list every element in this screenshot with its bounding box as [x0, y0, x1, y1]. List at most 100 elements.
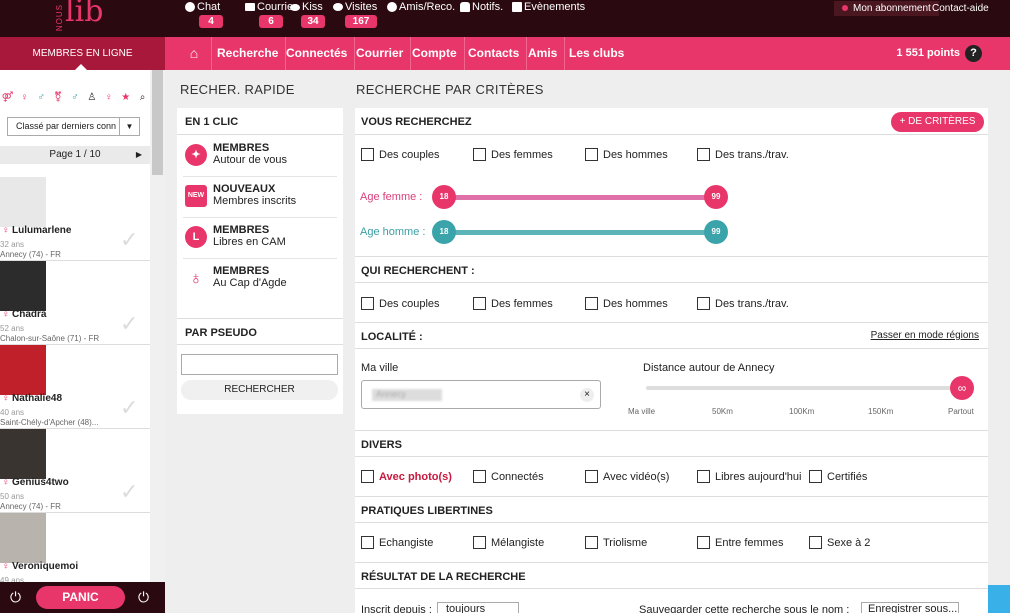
age-femme-slider[interactable] [445, 195, 715, 200]
qui-hommes-checkbox[interactable]: Des hommes [585, 297, 668, 310]
member-photo[interactable] [0, 513, 46, 563]
nav-contacts[interactable]: Contacts [461, 37, 528, 70]
member-photo[interactable] [0, 345, 46, 395]
female-icon: ♀ [2, 561, 10, 572]
age-femme-min-handle[interactable]: 18 [432, 185, 456, 209]
star-filter-icon[interactable]: ★ [118, 90, 133, 106]
topnav-notifs[interactable]: Notifs. [460, 0, 503, 37]
trans-filter-icon[interactable]: ⚧ [51, 90, 66, 106]
age-femme-max-handle[interactable]: 99 [704, 185, 728, 209]
member-card[interactable]: ♀ Nathalie48 40 ans Saint-Chély-d'Apcher… [0, 345, 150, 429]
home-icon[interactable]: ⌂ [177, 37, 212, 70]
topnav-evenements[interactable]: Evènements [512, 0, 585, 37]
clear-icon[interactable]: × [580, 388, 594, 402]
nav-connectes[interactable]: Connectés [279, 37, 356, 70]
quick-link-around[interactable]: ✦ MEMBRES Autour de vous [183, 136, 337, 177]
topnav-courrier[interactable]: Courrier 6 [245, 0, 297, 37]
power-icon[interactable]: ⏻ [10, 589, 21, 606]
topnav-amis[interactable]: Amis/Reco. [387, 0, 455, 37]
member-filters: ⚤ ♀ ♂ ⚧ ♂ ♙ ♀ ★ ⌕ [0, 90, 150, 108]
man-filter-icon[interactable]: ♂ [68, 90, 83, 106]
check-icon[interactable]: ✓ [120, 311, 138, 337]
sexe-a-2-checkbox[interactable]: Sexe à 2 [809, 536, 870, 549]
member-photo[interactable] [0, 261, 46, 311]
age-homme-max-handle[interactable]: 99 [704, 220, 728, 244]
infinity-icon[interactable]: ∞ [950, 376, 974, 400]
qui-femmes-checkbox[interactable]: Des femmes [473, 297, 553, 310]
vous-hommes-checkbox[interactable]: Des hommes [585, 148, 668, 161]
connectes-checkbox[interactable]: Connectés [473, 470, 544, 483]
member-photo[interactable] [0, 429, 46, 479]
search-icon[interactable]: ⌕ [135, 90, 150, 106]
pseudo-input[interactable] [181, 354, 338, 375]
power-icon[interactable]: ⏻ [138, 589, 149, 606]
corner-widget[interactable] [988, 585, 1010, 613]
libres-l-icon: L [185, 226, 207, 248]
more-criteria-button[interactable]: + DE CRITÈRES [891, 112, 984, 132]
distance-slider[interactable] [646, 386, 958, 390]
member-card[interactable]: ♀ Genius4two 50 ans Annecy (74) - FR ✓ [0, 429, 150, 513]
new-tag-icon: NEW [185, 185, 207, 207]
quick-link-new[interactable]: NEW NOUVEAUX Membres inscrits [183, 177, 337, 218]
pseudo-search-button[interactable]: RECHERCHER [181, 380, 338, 400]
panic-button[interactable]: PANIC [36, 586, 125, 609]
sort-select[interactable]: Classé par derniers conn ▼ [7, 117, 140, 136]
member-card[interactable]: ♀ Lulumarlene 32 ans Annecy (74) - FR ✓ [0, 177, 150, 261]
help-icon[interactable]: ? [965, 45, 982, 62]
topnav-chat[interactable]: Chat 4 [185, 0, 223, 37]
vous-trans-checkbox[interactable]: Des trans./trav. [697, 148, 789, 161]
nav-les-clubs[interactable]: Les clubs [562, 37, 631, 70]
topnav-kiss[interactable]: Kiss 34 [290, 0, 325, 37]
libres-aujourdhui-checkbox[interactable]: Libres aujourd'hui [697, 470, 802, 483]
echangiste-checkbox[interactable]: Echangiste [361, 536, 433, 549]
scrollbar-thumb[interactable] [152, 70, 163, 175]
qui-couples-checkbox[interactable]: Des couples [361, 297, 440, 310]
member-card[interactable]: ♀ Chadra 52 ans Chalon-sur-Saône (71) - … [0, 261, 150, 345]
certifies-checkbox[interactable]: Certifiés [809, 470, 867, 483]
member-photo[interactable] [0, 177, 46, 227]
avec-photos-checkbox[interactable]: Avec photo(s) [361, 470, 452, 483]
vous-femmes-checkbox[interactable]: Des femmes [473, 148, 553, 161]
nav-amis[interactable]: Amis [521, 37, 566, 70]
couple-filter-icon[interactable]: ⚤ [0, 90, 15, 106]
regions-mode-link[interactable]: Passer en mode régions [871, 330, 979, 341]
woman-filter-icon[interactable]: ♀ [101, 90, 116, 106]
distance-tick: Ma ville [628, 407, 656, 416]
ville-label: Ma ville [361, 362, 399, 374]
triolisme-checkbox[interactable]: Triolisme [585, 536, 647, 549]
apple-icon: ♁ [185, 267, 207, 289]
chat-icon [185, 2, 195, 12]
age-homme-min-handle[interactable]: 18 [432, 220, 456, 244]
contact-help-link[interactable]: Contact-aide [932, 3, 989, 14]
save-search-button[interactable]: Enregistrer sous... [861, 602, 959, 613]
men-filter-icon[interactable]: ♂ [34, 90, 49, 106]
ville-input[interactable]: Annecy × [361, 380, 601, 409]
avec-videos-checkbox[interactable]: Avec vidéo(s) [585, 470, 669, 483]
subscription-button[interactable]: Mon abonnement [834, 1, 939, 16]
quick-link-agde[interactable]: ♁ MEMBRES Au Cap d'Agde [183, 259, 337, 300]
person-filter-icon[interactable]: ♙ [84, 90, 99, 106]
main-nav: ⌂ Recherche Connectés Courrier Compte Co… [165, 37, 1010, 70]
nav-courrier[interactable]: Courrier [349, 37, 412, 70]
qui-trans-checkbox[interactable]: Des trans./trav. [697, 297, 789, 310]
female-icon: ♀ [2, 225, 10, 236]
women-filter-icon[interactable]: ♀ [17, 90, 32, 106]
page-indicator: Page 1 / 10 [49, 149, 101, 160]
entre-femmes-checkbox[interactable]: Entre femmes [697, 536, 783, 549]
check-icon[interactable]: ✓ [120, 395, 138, 421]
vous-couples-checkbox[interactable]: Des couples [361, 148, 440, 161]
criteria-search-title: RECHERCHE PAR CRITÈRES [356, 82, 544, 97]
topnav-visites[interactable]: Visites 167 [333, 0, 377, 37]
age-homme-slider[interactable] [445, 230, 715, 235]
nav-compte[interactable]: Compte [405, 37, 465, 70]
kiss-count-badge: 34 [301, 15, 325, 28]
check-icon[interactable]: ✓ [120, 227, 138, 253]
check-icon[interactable]: ✓ [120, 479, 138, 505]
quick-link-cam[interactable]: L MEMBRES Libres en CAM [183, 218, 337, 259]
sidebar-scrollbar[interactable] [150, 70, 165, 613]
pagination: Page 1 / 10 ▶ [0, 146, 150, 164]
next-page-icon[interactable]: ▶ [136, 146, 142, 164]
inscrit-select[interactable]: toujours [437, 602, 519, 613]
nav-recherche[interactable]: Recherche [210, 37, 287, 70]
melangiste-checkbox[interactable]: Mélangiste [473, 536, 544, 549]
